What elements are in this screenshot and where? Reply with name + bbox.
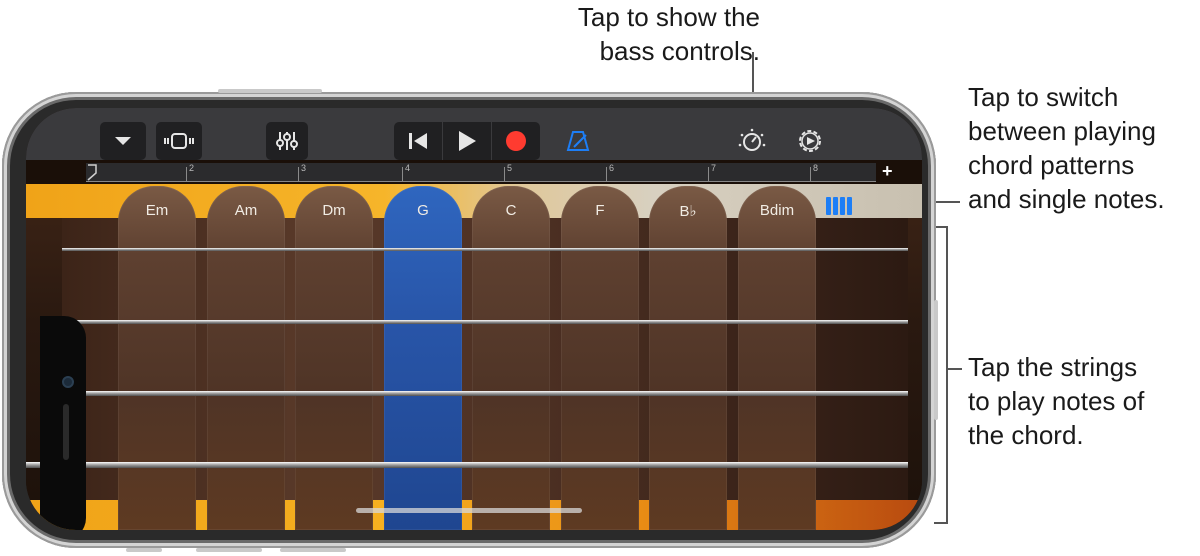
side-button [280,548,346,552]
chord-label: G [417,202,429,219]
chord-strip[interactable] [118,186,196,530]
chord-strips-icon [840,197,845,215]
chord-strip[interactable] [207,186,285,530]
power-button [934,300,938,420]
callout-line: Tap the strings [968,352,1138,382]
chord-strip[interactable] [561,186,639,530]
play-button[interactable] [443,122,491,160]
bar-number: 6 [609,163,615,173]
bass-string[interactable] [56,391,908,396]
volume-button [218,89,322,93]
playhead-icon[interactable] [86,163,100,181]
callout-line: the chord. [968,420,1084,450]
bass-string[interactable] [62,248,908,251]
callout-line: and single notes. [968,184,1165,214]
strings-callout: Tap the strings to play notes of the cho… [968,350,1200,452]
callout-line: between playing [968,116,1156,146]
callout-line: chord patterns [968,150,1135,180]
control-bar [26,108,922,160]
knob-icon [738,128,766,151]
callout-line: Tap to show the [577,2,760,32]
ruler-tick [810,167,811,181]
chord-label: C [505,202,517,219]
bar-number: 3 [301,163,307,173]
timeline-ruler[interactable]: 2 3 4 5 6 7 8 [86,163,876,182]
record-icon [506,131,526,151]
callout-line: bass controls. [599,36,760,66]
chord-strip[interactable] [649,186,727,530]
go-to-beginning-button[interactable] [394,122,442,160]
home-indicator [356,508,582,513]
bar-number: 8 [813,163,819,173]
chord-label: Bdim [759,202,795,219]
chord-strips-icon [826,197,831,215]
browser-button[interactable] [100,122,146,160]
callout-line: Tap to switch [968,82,1119,112]
ruler-tick [298,167,299,181]
chord-label: Dm [322,202,346,219]
bracket-line [948,368,962,370]
ruler-tick [504,167,505,181]
add-section-button[interactable]: + [882,161,893,182]
bracket-line [934,226,948,228]
ruler-tick [708,167,709,181]
chord-strips-icon [833,197,838,215]
chord-label: Am [234,202,258,219]
sensor-housing [40,316,86,530]
bracket-line [946,226,948,524]
bar-number: 4 [405,163,411,173]
settings-button[interactable] [790,122,830,160]
side-button [196,548,262,552]
ruler-tick [186,167,187,181]
chord-label: F [595,202,605,219]
earpiece-speaker [63,404,69,460]
callout-line: to play notes of [968,386,1145,416]
chord-strip[interactable] [738,186,816,530]
play-icon [459,131,476,151]
bar-number: 7 [711,163,717,173]
chord-mode-callout: Tap to switch between playing chord patt… [968,80,1200,216]
tracks-view-icon [164,133,194,149]
bass-controls-callout: Tap to show the bass controls. [520,0,760,68]
tracks-view-button[interactable] [156,122,202,160]
chevron-down-icon [115,137,131,145]
metronome-button[interactable] [558,122,598,160]
chord-strip[interactable] [384,186,462,530]
chord-label: Em [145,202,169,219]
mixer-sliders-icon [276,132,298,150]
front-camera [62,376,74,388]
ruler-tick [606,167,607,181]
chord-strips-icon [847,197,852,215]
chord-label: B♭ [679,203,697,220]
side-button [126,548,162,552]
chord-strip[interactable] [472,186,550,530]
app-screen: 2 3 4 5 6 7 8 + Em Am Dm G C F B♭ Bdim [26,108,922,530]
bass-controls-button[interactable] [732,122,772,160]
go-to-beginning-icon [409,133,427,149]
bass-string[interactable] [26,462,908,468]
chord-strip[interactable] [295,186,373,530]
gear-icon [799,130,821,152]
ruler-tick [402,167,403,181]
bass-string[interactable] [62,320,908,324]
transport-controls [394,122,540,160]
bar-number: 5 [507,163,513,173]
bar-number: 2 [189,163,195,173]
chord-strips-toggle[interactable] [826,197,854,215]
mixer-button[interactable] [266,122,308,160]
bracket-line [934,522,948,524]
metronome-icon [566,131,590,151]
record-button[interactable] [492,122,540,160]
